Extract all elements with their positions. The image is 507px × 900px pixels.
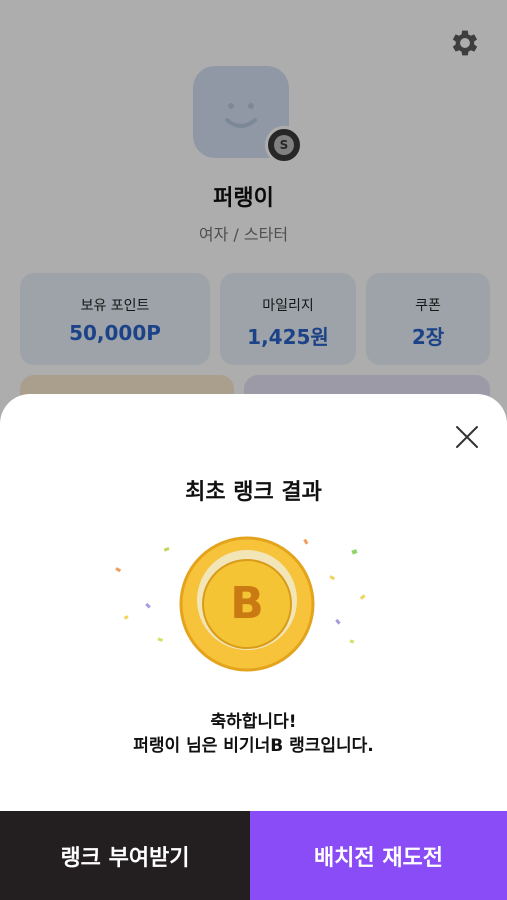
accept-rank-button[interactable]: 랭크 부여받기 [0,811,250,900]
modal-title: 최초 랭크 결과 [185,480,322,505]
congrats-line-1: 축하합니다! [210,712,297,732]
close-button[interactable] [452,422,482,452]
close-icon [456,426,478,448]
rank-medal-illustration: B [100,534,400,674]
rank-letter: B [230,578,264,629]
retry-placement-button[interactable]: 배치전 재도전 [250,811,507,900]
congrats-line-2: 퍼랭이 님은 비기너B 랭크입니다. [133,736,374,756]
congrats-message: 축하합니다! 퍼랭이 님은 비기너B 랭크입니다. [0,710,507,758]
rank-result-sheet: 최초 랭크 결과 B 축하합니다! 퍼랭이 님은 비기너B 랭크입니다. 랭크 … [0,394,507,900]
